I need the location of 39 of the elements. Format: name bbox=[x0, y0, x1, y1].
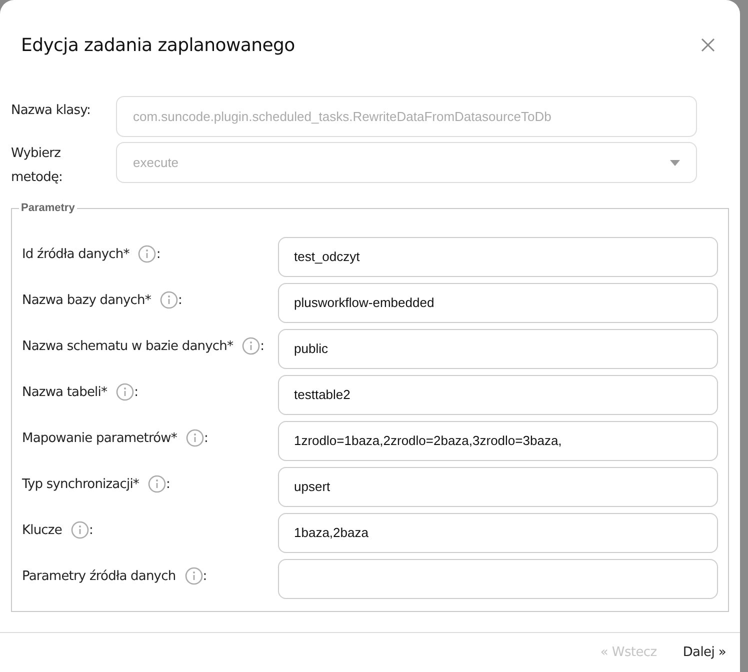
info-icon[interactable] bbox=[186, 429, 204, 448]
label-colon: : bbox=[204, 430, 208, 448]
parameter-label: Parametry źródła danych bbox=[22, 568, 176, 586]
info-icon[interactable] bbox=[116, 383, 134, 402]
info-icon[interactable] bbox=[148, 475, 166, 494]
field-label: Wybierz metodę: bbox=[11, 145, 64, 187]
dialog-title: Edycja zadania zaplanowanego bbox=[21, 34, 295, 58]
caret-icon bbox=[670, 160, 680, 166]
parameter-label: Nazwa bazy danych* bbox=[22, 292, 151, 310]
field-label: Nazwa klasy: bbox=[11, 102, 92, 120]
parameter-label: Typ synchronizacji* bbox=[22, 476, 140, 494]
label-colon: : bbox=[260, 338, 264, 356]
parameter-label: Klucze bbox=[22, 522, 62, 540]
parameter-field[interactable]: public bbox=[278, 328, 718, 368]
parameter-field[interactable]: upsert bbox=[278, 466, 718, 506]
label-colon: : bbox=[156, 246, 160, 264]
label-colon: : bbox=[88, 522, 93, 540]
parameter-field[interactable]: 1baza,2baza bbox=[278, 512, 718, 552]
close-icon[interactable] bbox=[700, 37, 716, 53]
info-icon[interactable] bbox=[184, 567, 203, 586]
info-icon[interactable] bbox=[70, 521, 89, 540]
parameter-field[interactable]: testtable2 bbox=[278, 374, 718, 414]
label-colon: : bbox=[178, 292, 182, 310]
parameter-field[interactable]: test_odczyt bbox=[278, 236, 718, 276]
nav-button[interactable]: Dalej » bbox=[682, 642, 726, 662]
parameter-label: Mapowanie parametrów* bbox=[22, 430, 178, 448]
parameter-label: Nazwa schematu w bazie danych* bbox=[22, 338, 234, 356]
label-colon: : bbox=[134, 384, 138, 402]
parameter-label: Id źródła danych* bbox=[22, 246, 130, 264]
label-colon: : bbox=[202, 568, 207, 586]
parameter-field[interactable]: 1zrodlo=1baza,2zrodlo=2baza,3zrodlo=3baza, bbox=[278, 420, 718, 460]
info-icon[interactable] bbox=[242, 337, 260, 356]
label-colon: : bbox=[166, 476, 170, 494]
parameter-label: Nazwa tabeli* bbox=[22, 384, 108, 402]
parameter-field[interactable] bbox=[278, 558, 718, 598]
parameter-field[interactable]: plusworkflow-embedded bbox=[278, 282, 718, 322]
info-icon[interactable] bbox=[138, 245, 156, 264]
info-icon[interactable] bbox=[160, 291, 178, 310]
parameters-legend: Parametry bbox=[19, 200, 77, 216]
